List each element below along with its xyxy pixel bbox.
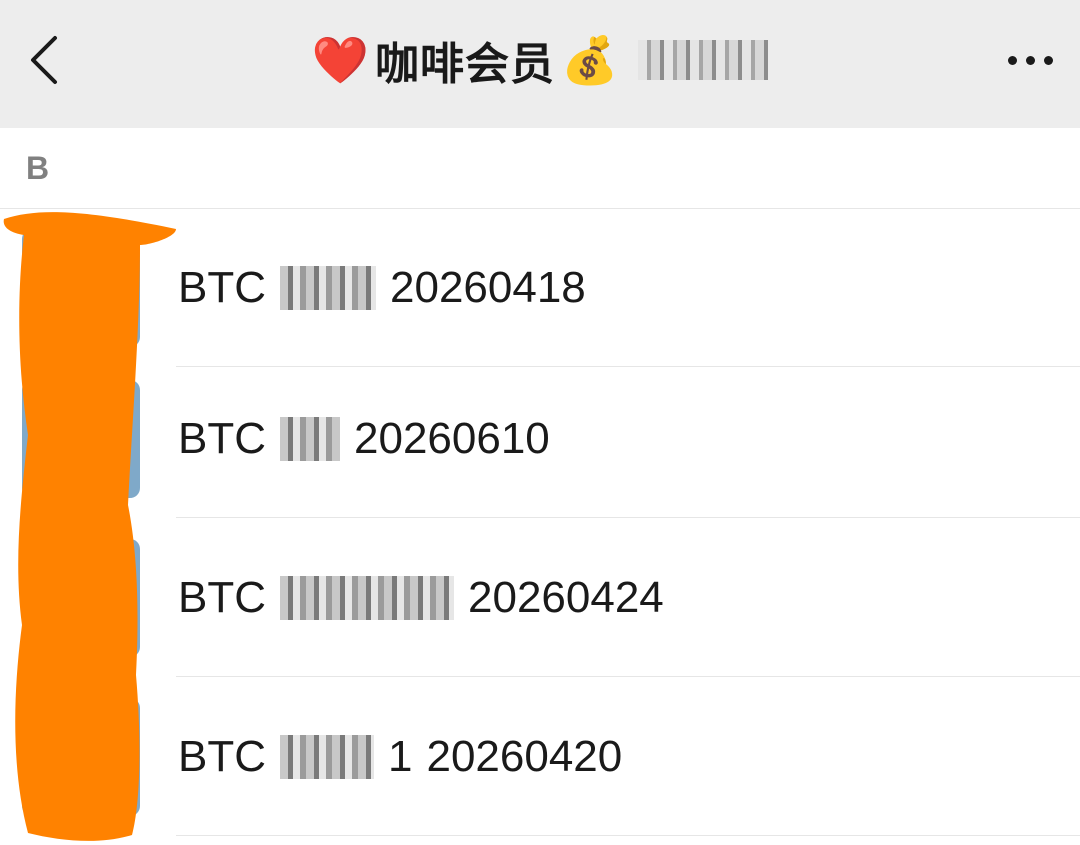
member-row-2[interactable]: BTC 20260610 — [0, 360, 1080, 518]
member-date: 20260418 — [390, 263, 586, 312]
member-prefix: BTC — [178, 414, 266, 463]
money-bag-icon: 💰 — [561, 33, 619, 87]
avatar[interactable] — [22, 698, 140, 816]
more-dot-icon — [1025, 55, 1035, 65]
more-options-button[interactable] — [998, 30, 1062, 90]
member-name: BTC 20260610 — [178, 360, 550, 518]
member-name: BTC 20260418 — [178, 209, 586, 367]
redacted-title-text — [638, 40, 769, 80]
member-date: 20260424 — [468, 573, 664, 622]
chat-title: ❤️ 咖啡会员 💰 — [0, 28, 1080, 92]
redacted-name — [280, 735, 374, 779]
avatar[interactable] — [22, 539, 140, 657]
member-prefix: BTC — [178, 732, 266, 781]
divider — [176, 676, 1080, 677]
redacted-name — [280, 417, 340, 461]
member-date: 20260420 — [426, 732, 623, 781]
member-prefix: BTC — [178, 573, 266, 622]
page-title: 咖啡会员 — [375, 39, 555, 90]
member-row-1[interactable]: BTC 20260418 — [0, 209, 1080, 367]
member-row-4[interactable]: BTC 1 20260420 — [0, 678, 1080, 836]
section-index-letter: B — [26, 150, 50, 186]
redacted-name — [280, 266, 376, 310]
avatar[interactable] — [22, 229, 140, 347]
member-date: 20260610 — [354, 414, 550, 463]
more-dot-icon — [1007, 55, 1017, 65]
divider — [176, 517, 1080, 518]
member-name: BTC 20260424 — [178, 519, 664, 677]
avatar[interactable] — [22, 380, 140, 498]
divider — [176, 835, 1080, 836]
member-name: BTC 1 20260420 — [178, 678, 622, 836]
more-dot-icon — [1043, 55, 1053, 65]
redacted-name — [280, 576, 454, 620]
member-row-3[interactable]: BTC 20260424 — [0, 519, 1080, 677]
heart-icon: ❤️ — [311, 33, 369, 87]
top-nav-bar: ❤️ 咖啡会员 💰 — [0, 0, 1080, 128]
member-suffix: 1 — [388, 732, 413, 781]
member-prefix: BTC — [178, 263, 266, 312]
